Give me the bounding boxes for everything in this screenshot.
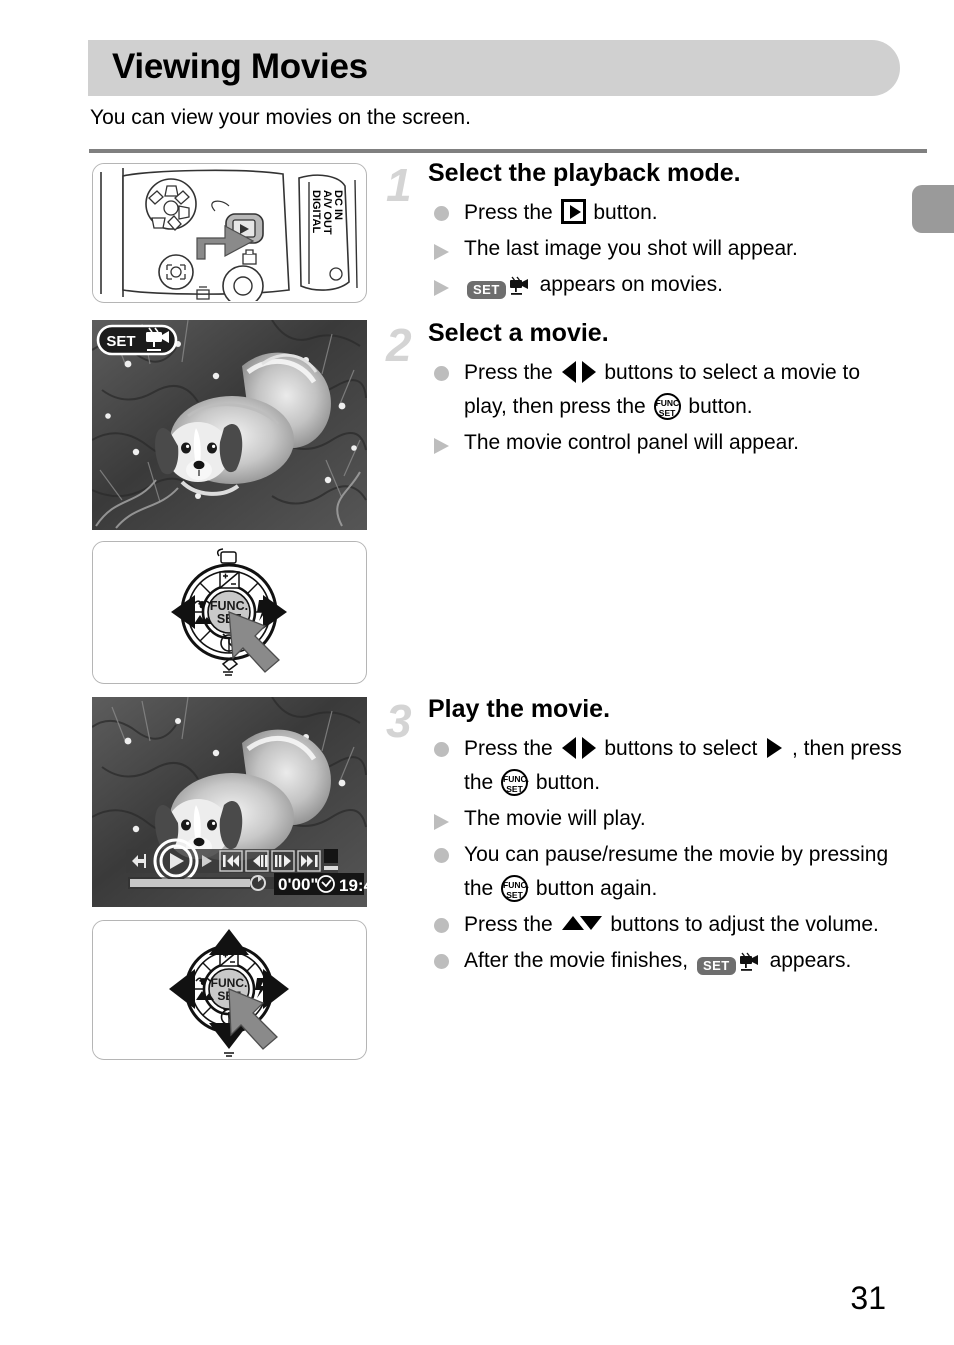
figure-movie-playing: 0'00" 19:43 bbox=[91, 696, 382, 907]
list-item: The movie control panel will appear. bbox=[428, 426, 906, 460]
item-text-post3: button. bbox=[530, 770, 601, 794]
page-title: Viewing Movies bbox=[112, 47, 368, 87]
bullet-triangle-icon bbox=[434, 813, 449, 830]
up-down-arrows-icon bbox=[561, 914, 602, 934]
page-number: 31 bbox=[850, 1280, 886, 1316]
list-item: Press the buttons to select , then press… bbox=[428, 732, 906, 800]
control-dial-all-illustration: FUNC. SET bbox=[93, 921, 365, 1058]
item-text-post: button. bbox=[587, 200, 658, 224]
movie-camera-icon bbox=[509, 273, 531, 307]
func-set-icon: FUNC. SET bbox=[501, 768, 529, 796]
step-2-number: 2 bbox=[386, 319, 412, 371]
intro-text: You can view your movies on the screen. bbox=[90, 106, 471, 129]
svg-text:FUNC.: FUNC. bbox=[211, 976, 248, 990]
list-item: Press the buttons to select a movie to p… bbox=[428, 356, 906, 424]
item-text-post: button again. bbox=[530, 876, 658, 900]
list-item: Press the button. bbox=[428, 196, 906, 230]
list-item: Press the buttons to adjust the volume. bbox=[428, 908, 906, 942]
item-text-pre: After the movie finishes, bbox=[464, 948, 694, 972]
figure-movie-thumbnail: SET bbox=[91, 319, 367, 530]
list-item: After the movie finishes, SET appears. bbox=[428, 944, 906, 983]
list-item: You can pause/resume the movie by pressi… bbox=[428, 838, 906, 906]
dog-photo-thumbnail: SET bbox=[91, 319, 367, 530]
left-right-arrows-icon bbox=[561, 360, 596, 383]
bullet-dot-icon bbox=[434, 847, 449, 863]
control-edit-icon bbox=[324, 849, 338, 870]
set-badge-label: SET bbox=[467, 280, 506, 299]
step-3-number: 3 bbox=[386, 695, 412, 747]
svg-text:FUNC.: FUNC. bbox=[210, 599, 248, 613]
step-3-heading: Play the movie. bbox=[428, 695, 611, 723]
dog-photo-playing: 0'00" 19:43 bbox=[91, 696, 382, 907]
list-item: SET appears on movies. bbox=[428, 268, 906, 307]
item-text-post: buttons to select bbox=[598, 736, 764, 760]
list-item: The movie will play. bbox=[428, 802, 906, 836]
playback-button-icon bbox=[560, 198, 586, 224]
horizontal-divider bbox=[89, 149, 927, 153]
item-text-pre: The movie will play. bbox=[464, 806, 646, 830]
func-set-icon: FUNC. SET bbox=[653, 392, 682, 420]
bullet-dot-icon bbox=[434, 917, 449, 933]
item-text-post2: button. bbox=[682, 394, 753, 418]
port-label-digital: DIGITAL bbox=[310, 190, 322, 233]
playback-progress-bar bbox=[130, 879, 250, 887]
item-text-pre: Press the bbox=[464, 736, 559, 760]
bullet-dot-icon bbox=[434, 205, 449, 221]
set-movie-icon: SET bbox=[696, 952, 761, 977]
func-set-icon: FUNC. SET bbox=[501, 874, 529, 902]
camera-back-illustration: DC IN A/V OUT DIGITAL bbox=[93, 164, 365, 302]
figure-control-dial-all: FUNC. SET bbox=[92, 920, 367, 1060]
set-movie-icon: SET bbox=[467, 276, 531, 301]
set-movie-badge-overlay: SET bbox=[96, 324, 178, 356]
bullet-triangle-icon bbox=[434, 243, 449, 260]
step-3: 3 Play the movie. Press the buttons to s… bbox=[386, 695, 906, 985]
bullet-dot-icon bbox=[434, 365, 449, 381]
item-text-post: buttons to adjust the volume. bbox=[604, 912, 879, 936]
svg-text:SET: SET bbox=[106, 333, 135, 350]
control-play-icon bbox=[153, 838, 199, 884]
left-right-arrows-icon bbox=[561, 736, 596, 759]
step-2: 2 Select a movie. Press the buttons to s… bbox=[386, 319, 906, 462]
figure-control-dial-lr: FUNC. SET bbox=[92, 541, 367, 684]
control-dial-lr-illustration: FUNC. SET bbox=[93, 542, 365, 682]
item-text-pre: The last image you shot will appear. bbox=[464, 236, 798, 260]
movie-camera-icon bbox=[739, 949, 761, 983]
item-text-pre: The movie control panel will appear. bbox=[464, 430, 800, 454]
step-2-heading: Select a movie. bbox=[428, 319, 609, 347]
figure-camera-back: DC IN A/V OUT DIGITAL bbox=[92, 163, 367, 303]
bullet-dot-icon bbox=[434, 741, 449, 757]
item-text-post: appears on movies. bbox=[533, 272, 723, 296]
step-1-heading: Select the playback mode. bbox=[428, 159, 741, 187]
play-triangle-icon bbox=[767, 737, 783, 758]
chapter-edge-tab bbox=[912, 185, 954, 233]
clock-time-label: 19:43 bbox=[339, 876, 367, 895]
step-1-list: Press the button. The last image you sho… bbox=[428, 196, 906, 307]
item-text-pre: Press the bbox=[464, 912, 559, 936]
list-item: The last image you shot will appear. bbox=[428, 232, 906, 266]
step-2-list: Press the buttons to select a movie to p… bbox=[428, 356, 906, 460]
item-text-pre: Press the bbox=[464, 200, 559, 224]
bullet-triangle-icon bbox=[434, 437, 449, 454]
item-text-post: appears. bbox=[763, 948, 852, 972]
bullet-dot-icon bbox=[434, 953, 449, 969]
step-3-list: Press the buttons to select , then press… bbox=[428, 732, 906, 983]
step-1-number: 1 bbox=[386, 159, 412, 211]
manual-page: Viewing Movies You can view your movies … bbox=[0, 0, 954, 1345]
elapsed-time-label: 0'00" bbox=[278, 875, 318, 894]
exposure-compensation-icon bbox=[219, 571, 240, 589]
bullet-triangle-icon bbox=[434, 279, 449, 296]
page-title-bar: Viewing Movies bbox=[88, 40, 900, 96]
step-1: 1 Select the playback mode. Press the bu… bbox=[386, 159, 906, 309]
item-text-pre: Press the bbox=[464, 360, 559, 384]
set-badge-label: SET bbox=[696, 956, 736, 975]
